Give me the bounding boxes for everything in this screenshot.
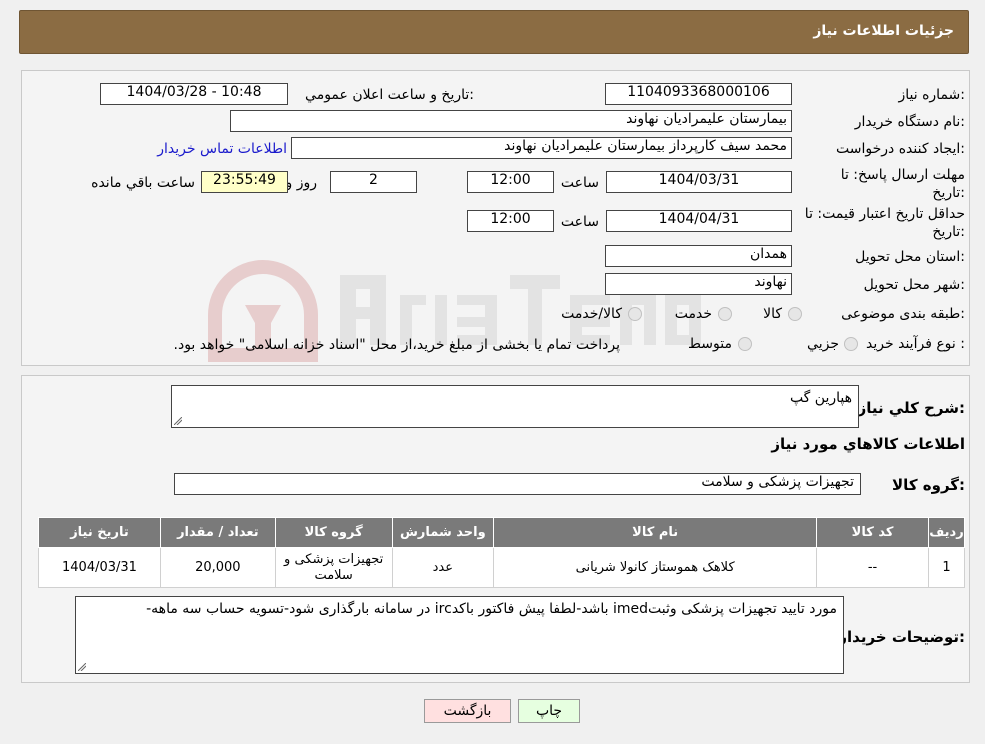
back-button[interactable]: بازگشت — [424, 699, 511, 723]
cell-name: کلاهک هموستاز کانولا شریانی — [493, 547, 818, 588]
need-number-label: شماره نیاز: — [898, 87, 965, 103]
th-quantity: تعداد / مقدار — [159, 517, 276, 548]
th-code: کد کالا — [816, 517, 929, 548]
th-unit: واحد شمارش — [391, 517, 495, 548]
deadline-time-field: 12:00 — [467, 171, 554, 193]
process-radio-medium[interactable] — [738, 337, 752, 351]
th-name: نام کالا — [493, 517, 818, 548]
page-title: جزئیات اطلاعات نیاز — [813, 23, 954, 39]
th-row: ردیف — [927, 517, 966, 548]
cell-quantity: 20,000 — [159, 547, 276, 588]
buyer-org-field: بیمارستان علیمرادیان نهاوند — [230, 110, 792, 132]
days-field: 2 — [330, 171, 417, 193]
resize-grip-icon[interactable] — [174, 417, 182, 425]
remaining-time-field: 23:55:49 — [201, 171, 288, 193]
validity-time-field: 12:00 — [467, 210, 554, 232]
need-number-field: 1104093368000106 — [605, 83, 792, 105]
validity-date-field: 1404/04/31 — [606, 210, 792, 232]
process-option-medium: متوسط — [688, 336, 732, 352]
buyer-org-label: نام دستگاه خریدار: — [854, 114, 965, 130]
days-label: روز و — [285, 175, 318, 191]
validity-label-line1: حداقل تاریخ اعتبار قیمت: تا — [804, 206, 965, 222]
validity-time-label: ساعت — [560, 214, 599, 230]
deadline-label: مهلت ارسال پاسخ: تا تاریخ: — [841, 166, 965, 202]
buyer-contact-link[interactable]: اطلاعات تماس خریدار — [157, 141, 287, 157]
buyer-notes-field[interactable]: مورد تایید تجهیزات پزشکی وثبتimed باشد-ل… — [75, 596, 844, 674]
creator-label: ایجاد کننده درخواست: — [836, 141, 965, 157]
category-option-goods: کالا — [763, 306, 782, 322]
cell-group: تجهیزات پزشکی و سلامت — [274, 547, 393, 588]
validity-label: حداقل تاریخ اعتبار قیمت: تا تاریخ: — [805, 205, 965, 241]
deadline-date-field: 1404/03/31 — [606, 171, 792, 193]
th-date: تاریخ نیاز — [38, 517, 161, 548]
cell-date: 1404/03/31 — [38, 547, 161, 588]
cell-row: 1 — [927, 547, 966, 588]
print-button[interactable]: چاپ — [518, 699, 580, 723]
announce-label: تاریخ و ساعت اعلان عمومي: — [305, 87, 474, 103]
description-label: شرح کلي نیاز: — [857, 399, 965, 417]
page-header: جزئیات اطلاعات نیاز — [19, 10, 969, 54]
buyer-notes-label: توضیحات خریدار: — [838, 628, 965, 646]
validity-label-line2: تاریخ: — [932, 224, 965, 240]
table-row[interactable]: 1 -- کلاهک هموستاز کانولا شریانی عدد تجه… — [38, 547, 966, 588]
goods-info-title: اطلاعات کالاهاي مورد نیاز — [771, 435, 965, 453]
buyer-notes-text: مورد تایید تجهیزات پزشکی وثبتimed باشد-ل… — [146, 601, 837, 617]
process-radio-minor[interactable] — [844, 337, 858, 351]
announce-field: 1404/03/28 - 10:48 — [100, 83, 288, 105]
deadline-time-label: ساعت — [560, 175, 599, 191]
category-radio-goods[interactable] — [788, 307, 802, 321]
category-option-goods-service: کالا/خدمت — [561, 306, 622, 322]
items-table: ردیف کد کالا نام کالا واحد شمارش گروه کا… — [38, 517, 966, 588]
deadline-label-line1: مهلت ارسال پاسخ: تا — [840, 167, 965, 183]
deadline-label-line2: تاریخ: — [932, 185, 965, 201]
process-option-minor: جزیي — [807, 336, 839, 352]
description-field[interactable]: هپارین گپ — [171, 385, 859, 428]
description-text: هپارین گپ — [789, 390, 852, 406]
city-label: شهر محل تحویل: — [863, 277, 965, 293]
items-table-wrapper: ردیف کد کالا نام کالا واحد شمارش گروه کا… — [38, 517, 966, 588]
process-label: نوع فرآیند خرید : — [866, 336, 965, 352]
category-radio-goods-service[interactable] — [628, 307, 642, 321]
category-label: طبقه بندی موضوعی: — [841, 306, 965, 322]
city-field: نهاوند — [605, 273, 792, 295]
cell-code: -- — [816, 547, 929, 588]
province-field: همدان — [605, 245, 792, 267]
category-option-service: خدمت — [674, 306, 712, 322]
goods-group-field: تجهیزات پزشکی و سلامت — [174, 473, 861, 495]
goods-group-label: گروه کالا: — [892, 476, 965, 494]
resize-grip-icon[interactable] — [78, 663, 86, 671]
remaining-label: ساعت باقي مانده — [91, 175, 195, 191]
cell-unit: عدد — [391, 547, 495, 588]
creator-field: محمد سیف کارپرداز بیمارستان علیمرادیان ن… — [291, 137, 792, 159]
province-label: استان محل تحویل: — [855, 249, 965, 265]
table-header-row: ردیف کد کالا نام کالا واحد شمارش گروه کا… — [38, 517, 966, 548]
th-group: گروه کالا — [274, 517, 393, 548]
process-note: پرداخت تمام یا بخشی از مبلغ خرید،از محل … — [173, 337, 620, 353]
category-radio-service[interactable] — [718, 307, 732, 321]
